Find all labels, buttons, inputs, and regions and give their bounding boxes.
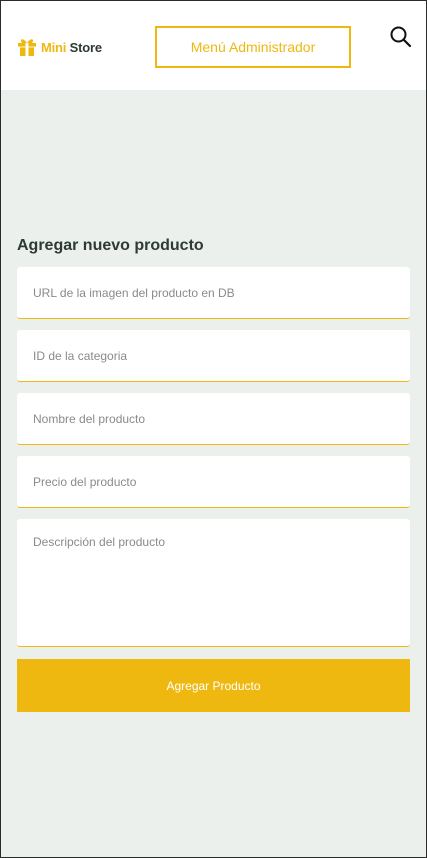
admin-menu-button[interactable]: Menú Administrador <box>155 26 351 68</box>
product-name-input[interactable] <box>17 393 410 445</box>
app-frame: Mini Store Menú Administrador Agregar nu… <box>0 0 427 858</box>
admin-menu-label: Menú Administrador <box>190 39 316 55</box>
brand-name: Mini Store <box>41 40 102 55</box>
add-product-label: Agregar Producto <box>166 678 261 693</box>
gift-icon <box>17 37 37 57</box>
search-button[interactable] <box>389 25 413 49</box>
add-product-button[interactable]: Agregar Producto <box>17 659 410 712</box>
category-id-input[interactable] <box>17 330 410 382</box>
image-url-input[interactable] <box>17 267 410 319</box>
search-icon <box>389 26 413 53</box>
header: Mini Store Menú Administrador <box>1 1 426 90</box>
product-description-textarea[interactable] <box>17 519 410 647</box>
form-title: Agregar nuevo producto <box>17 237 204 254</box>
product-price-input[interactable] <box>17 456 410 508</box>
brand-name-mini: Mini <box>41 39 67 55</box>
logo[interactable]: Mini Store <box>17 37 102 57</box>
brand-name-store: Store <box>69 39 102 55</box>
